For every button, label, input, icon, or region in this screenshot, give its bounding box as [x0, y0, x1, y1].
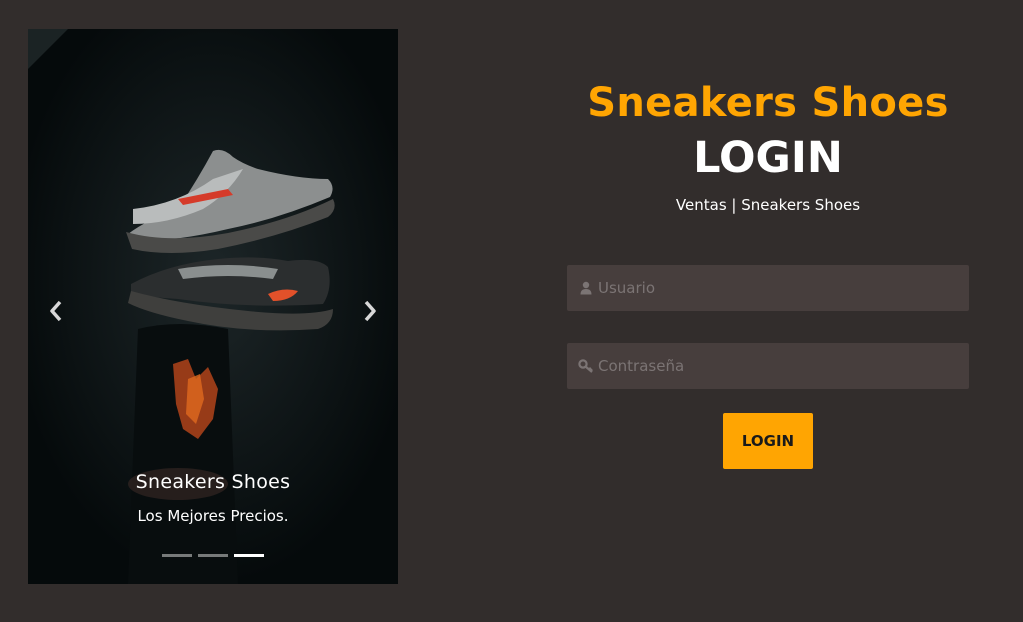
password-field: [567, 343, 969, 389]
carousel-caption-title: Sneakers Shoes: [135, 471, 291, 493]
login-page: Sneakers Shoes Los Mejores Precios. Snea…: [0, 0, 1023, 622]
username-field: [567, 265, 969, 311]
chevron-right-icon: [364, 300, 376, 322]
carousel-next-button[interactable]: [350, 291, 390, 331]
carousel-indicator-2[interactable]: [198, 554, 228, 557]
carousel-prev-button[interactable]: [36, 291, 76, 331]
user-icon: [578, 280, 594, 296]
carousel-caption-text: Los Mejores Precios.: [137, 507, 289, 525]
login-title: LOGIN: [693, 133, 843, 183]
username-input[interactable]: [598, 265, 969, 311]
carousel-indicator-1[interactable]: [162, 554, 192, 557]
carousel-indicators: [28, 554, 398, 557]
chevron-left-icon: [50, 300, 62, 322]
key-icon: [578, 358, 594, 374]
login-subtitle: Ventas | Sneakers Shoes: [675, 196, 861, 214]
sneakers-photo: [28, 29, 398, 584]
carousel-indicator-3[interactable]: [234, 554, 264, 557]
brand-title: Sneakers Shoes: [587, 80, 949, 126]
password-input[interactable]: [598, 343, 969, 389]
image-carousel: Sneakers Shoes Los Mejores Precios.: [28, 29, 398, 584]
login-button[interactable]: LOGIN: [723, 413, 813, 469]
